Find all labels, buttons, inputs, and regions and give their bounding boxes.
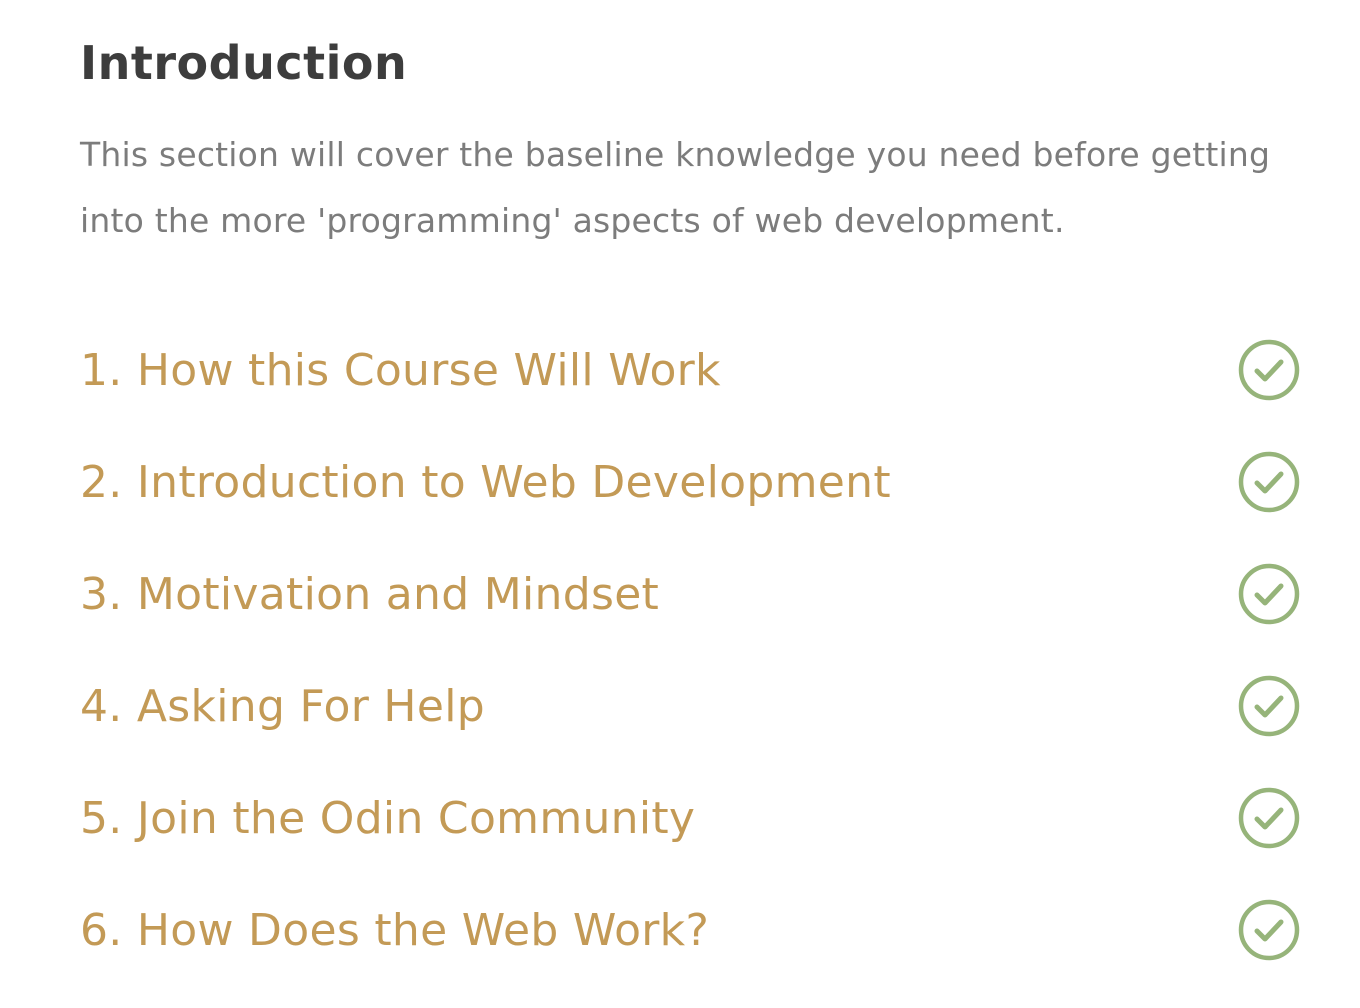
- lesson-link-how-does-the-web-work[interactable]: 6. How Does the Web Work?: [80, 905, 709, 956]
- section-title: Introduction: [80, 36, 408, 90]
- section-description: This section will cover the baseline kno…: [80, 135, 1271, 240]
- check-circle-icon: [1238, 787, 1300, 849]
- lesson-item[interactable]: 6. How Does the Web Work?: [80, 874, 1300, 986]
- lesson-link-introduction-to-web-development[interactable]: 2. Introduction to Web Development: [80, 457, 891, 508]
- lesson-link-asking-for-help[interactable]: 4. Asking For Help: [80, 681, 485, 732]
- lesson-link-join-the-odin-community[interactable]: 5. Join the Odin Community: [80, 793, 695, 844]
- lesson-item[interactable]: 1. How this Course Will Work: [80, 314, 1300, 426]
- check-circle-icon: [1238, 451, 1300, 513]
- lesson-item[interactable]: 4. Asking For Help: [80, 650, 1300, 762]
- lesson-link-how-this-course-will-work[interactable]: 1. How this Course Will Work: [80, 345, 721, 396]
- lesson-item[interactable]: 3. Motivation and Mindset: [80, 538, 1300, 650]
- check-circle-icon: [1238, 339, 1300, 401]
- lesson-item[interactable]: 5. Join the Odin Community: [80, 762, 1300, 874]
- lesson-list: 1. How this Course Will Work 2. Introduc…: [80, 314, 1300, 986]
- check-circle-icon: [1238, 563, 1300, 625]
- check-circle-icon: [1238, 675, 1300, 737]
- lesson-item[interactable]: 2. Introduction to Web Development: [80, 426, 1300, 538]
- check-circle-icon: [1238, 899, 1300, 961]
- lesson-link-motivation-and-mindset[interactable]: 3. Motivation and Mindset: [80, 569, 659, 620]
